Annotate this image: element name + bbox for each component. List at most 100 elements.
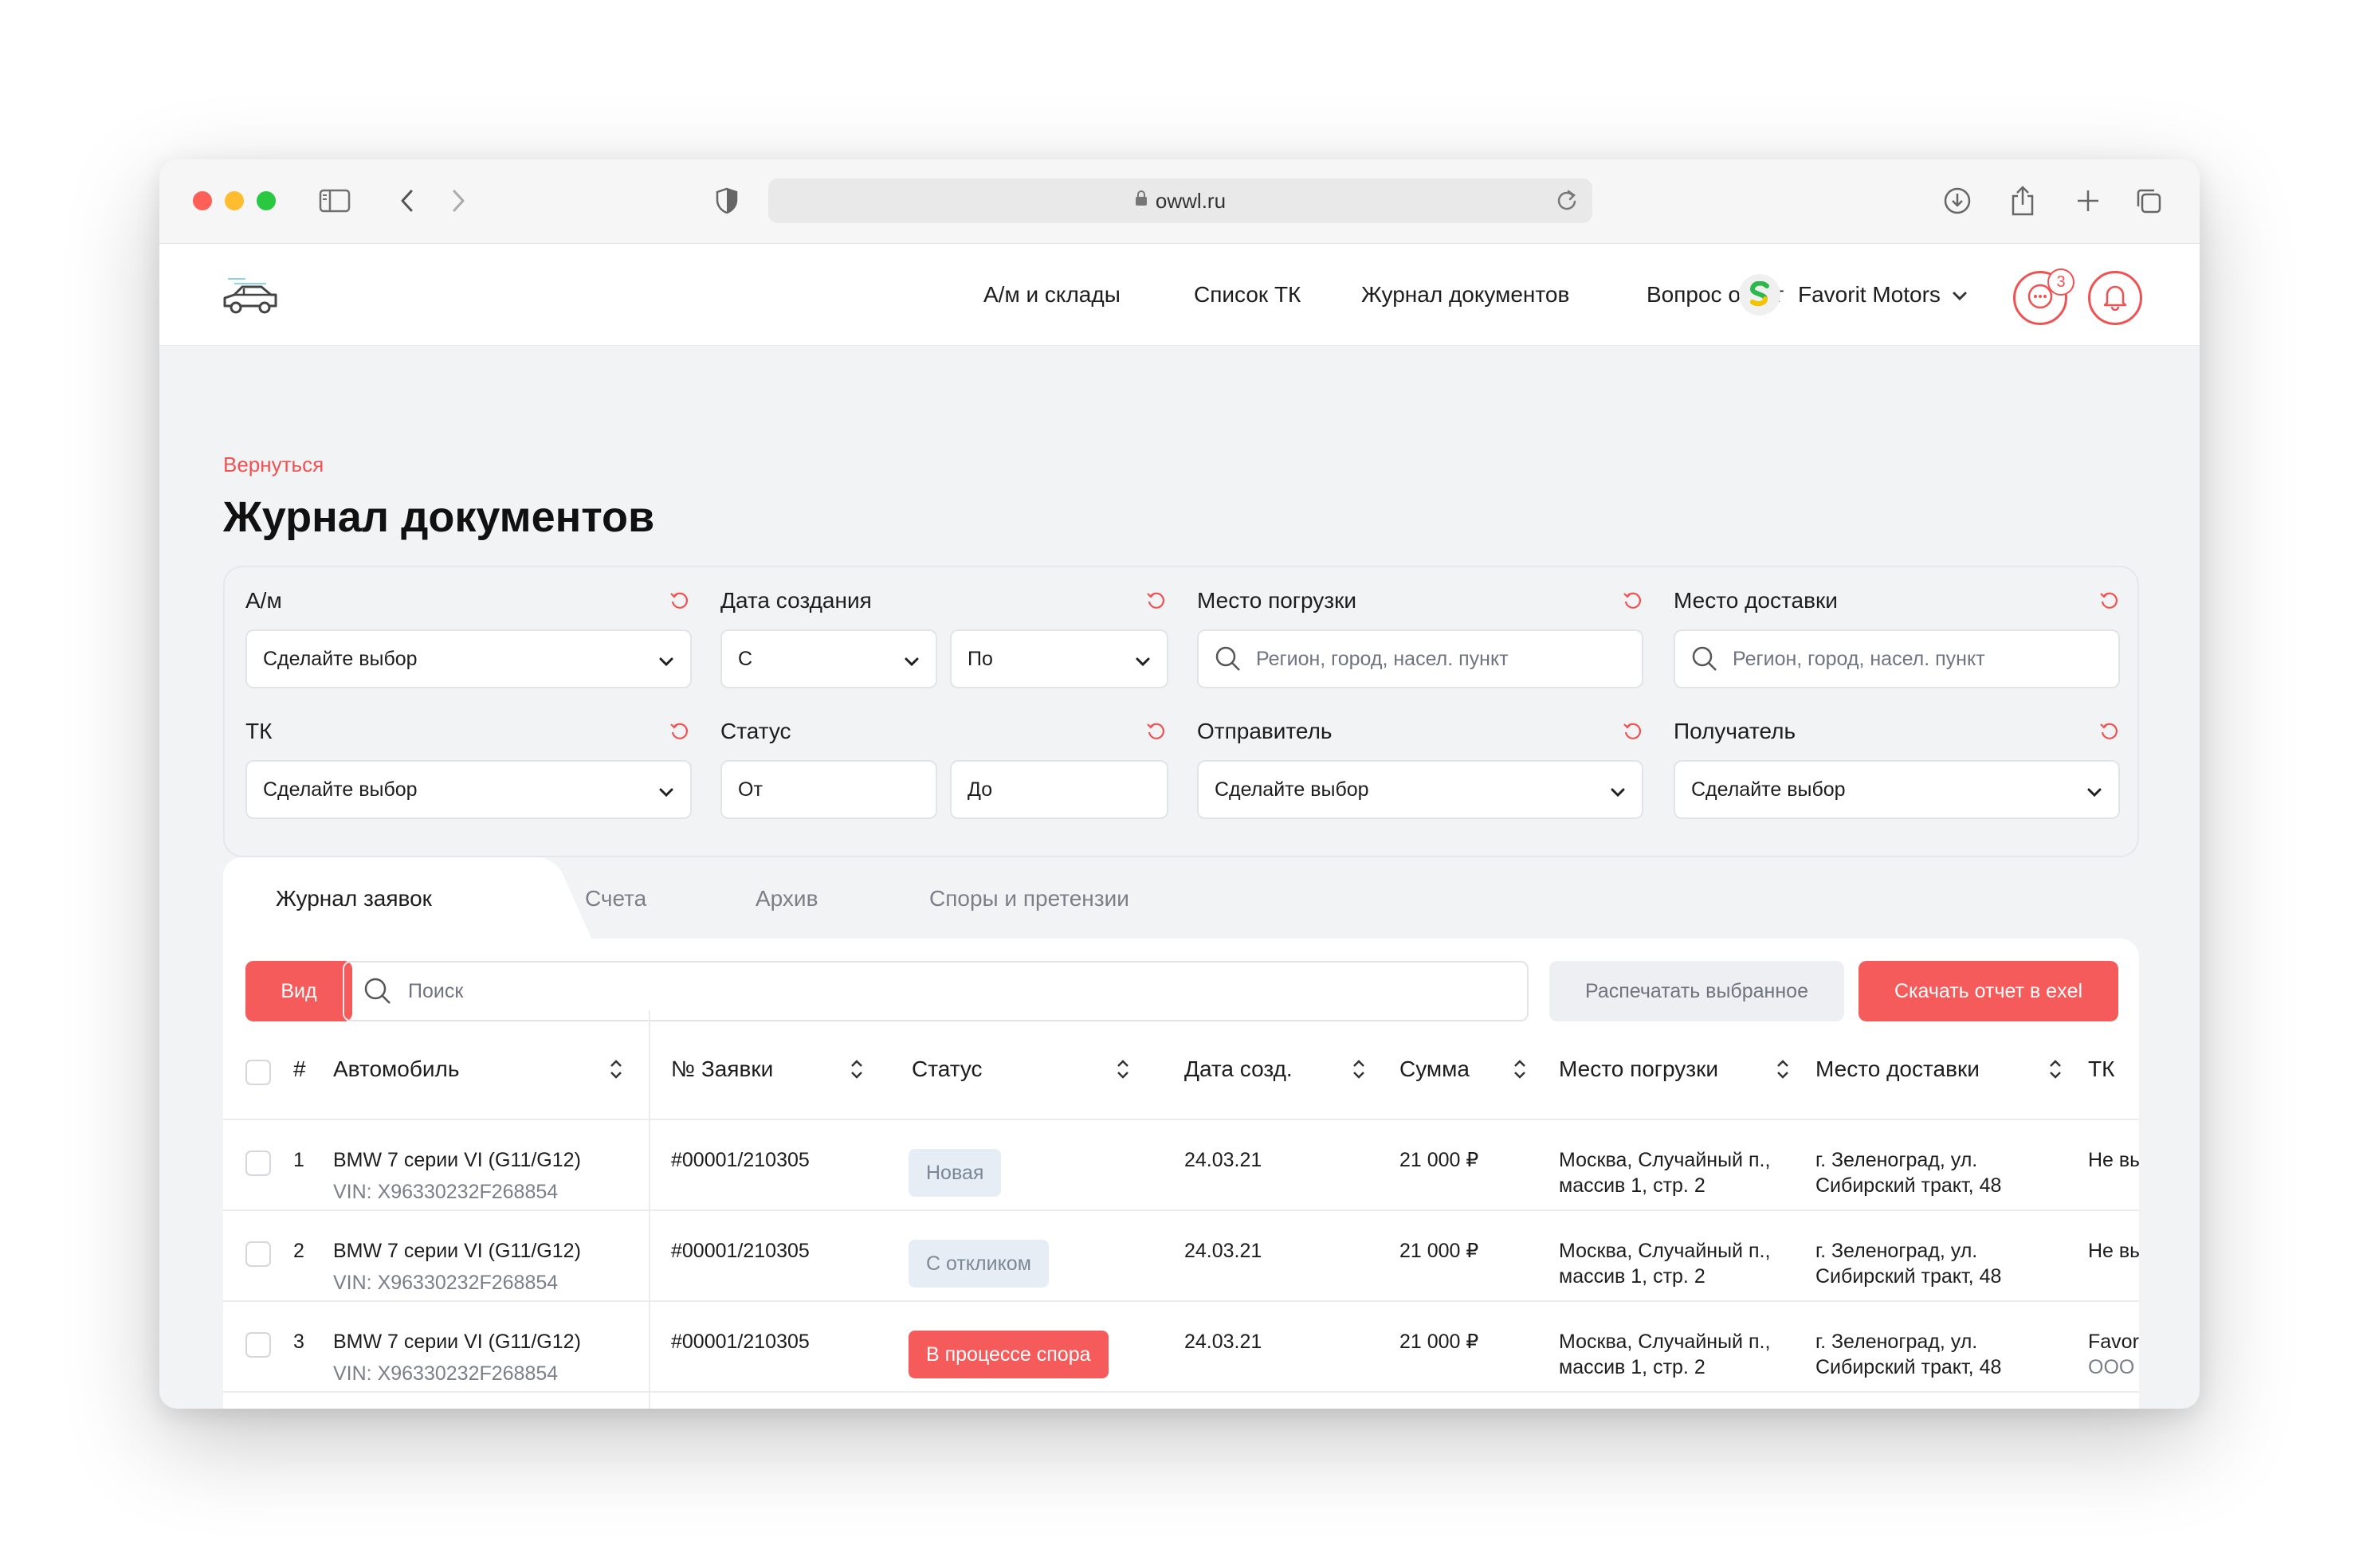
row-delivery-line1: г. Зеленоград, ул. — [1815, 1331, 1978, 1353]
share-icon[interactable] — [2007, 182, 2039, 220]
reset-icon[interactable] — [2099, 720, 2120, 745]
sidebar-toggle-icon[interactable] — [316, 182, 354, 220]
reset-icon[interactable] — [669, 720, 690, 745]
filter-loading-input[interactable]: Регион, город, насел. пункт — [1197, 629, 1643, 688]
row-date: 24.03.21 — [1184, 1240, 1262, 1262]
column-header-delivery[interactable]: Место доставки — [1815, 1056, 1980, 1082]
row-sum: 21 000 ₽ — [1399, 1331, 1479, 1353]
status-badge: С откликом — [909, 1240, 1049, 1288]
select-value: Сделайте выбор — [1215, 778, 1369, 801]
row-delivery-line2: Сибирский тракт, 48 — [1815, 1174, 2002, 1197]
filter-tk-select[interactable]: Сделайте выбор — [245, 760, 692, 819]
row-tk-line1: Favori — [2088, 1331, 2139, 1353]
sort-icon[interactable] — [1776, 1058, 1790, 1084]
row-number: 1 — [293, 1149, 304, 1171]
filter-status-from-input[interactable]: От — [720, 760, 937, 819]
chevron-down-icon — [658, 781, 674, 804]
reset-icon[interactable] — [1623, 590, 1643, 614]
column-header-tk[interactable]: ТК — [2088, 1056, 2114, 1082]
column-header-loading[interactable]: Место погрузки — [1559, 1056, 1718, 1082]
filter-date-to-select[interactable]: По — [950, 629, 1168, 688]
tab-archive[interactable]: Архив — [756, 886, 818, 911]
reset-icon[interactable] — [2099, 590, 2120, 614]
filter-loading-label: Место погрузки — [1197, 588, 1357, 613]
privacy-shield-icon[interactable] — [711, 182, 743, 220]
row-car-model[interactable]: BMW 7 серии VI (G11/G12) — [333, 1329, 581, 1354]
column-header-car[interactable]: Автомобиль — [333, 1056, 459, 1082]
reload-icon[interactable] — [1556, 188, 1578, 218]
row-order-number[interactable]: #00001/210305 — [671, 1147, 810, 1173]
row-loading-line1: Москва, Случайный п., — [1559, 1240, 1771, 1262]
row-checkbox[interactable] — [245, 1332, 271, 1358]
filter-delivery-input[interactable]: Регион, город, насел. пункт — [1674, 629, 2120, 688]
reset-icon[interactable] — [1146, 590, 1167, 614]
row-loading-line2: массив 1, стр. 2 — [1559, 1356, 1705, 1378]
row-number: 3 — [293, 1331, 304, 1353]
nav-document-journal[interactable]: Журнал документов — [1361, 282, 1569, 308]
nav-vehicles-warehouses[interactable]: А/м и склады — [983, 282, 1121, 308]
back-icon[interactable] — [395, 182, 419, 220]
sort-icon[interactable] — [1513, 1058, 1527, 1084]
input-value: До — [968, 778, 993, 801]
filter-am-select[interactable]: Сделайте выбор — [245, 629, 692, 688]
select-all-checkbox[interactable] — [245, 1060, 271, 1085]
row-checkbox[interactable] — [245, 1241, 271, 1267]
close-window-button[interactable] — [193, 191, 212, 210]
column-header-status[interactable]: Статус — [912, 1056, 983, 1082]
back-link[interactable]: Вернуться — [223, 453, 324, 477]
sort-icon[interactable] — [2048, 1058, 2063, 1084]
tab-requests[interactable]: Журнал заявок — [276, 886, 432, 911]
reset-icon[interactable] — [1146, 720, 1167, 745]
row-date: 24.03.21 — [1184, 1149, 1262, 1171]
tab-overview-icon[interactable] — [2133, 182, 2165, 220]
chevron-down-icon — [2086, 781, 2102, 804]
search-placeholder: Поиск — [408, 979, 464, 1002]
filter-sender-select[interactable]: Сделайте выбор — [1197, 760, 1643, 819]
messages-button[interactable]: 3 — [2013, 269, 2074, 325]
chevron-down-icon — [1135, 650, 1151, 673]
row-order-number[interactable]: #00001/210305 — [671, 1238, 810, 1264]
chevron-down-icon — [1610, 781, 1626, 804]
forward-icon[interactable] — [446, 182, 470, 220]
column-header-order[interactable]: № Заявки — [671, 1056, 773, 1082]
tab-disputes[interactable]: Споры и претензии — [929, 886, 1129, 911]
company-selector[interactable]: Favorit Motors — [1739, 274, 1968, 316]
notifications-button[interactable] — [2088, 271, 2142, 325]
row-order-number[interactable]: #00001/210305 — [671, 1329, 810, 1354]
tab-invoices[interactable]: Счета — [585, 886, 646, 911]
nav-tk-list[interactable]: Список ТК — [1194, 282, 1301, 308]
maximize-window-button[interactable] — [257, 191, 276, 210]
input-placeholder: Регион, город, насел. пункт — [1256, 647, 1509, 670]
row-checkbox[interactable] — [245, 1151, 271, 1176]
filter-date-from-select[interactable]: С — [720, 629, 937, 688]
reset-icon[interactable] — [669, 590, 690, 614]
app-logo-car-icon[interactable] — [218, 271, 282, 319]
status-badge: Новая — [909, 1149, 1002, 1197]
reset-icon[interactable] — [1623, 720, 1643, 745]
download-icon[interactable] — [1941, 182, 1973, 220]
row-car-model[interactable]: BMW 7 серии VI (G11/G12) — [333, 1147, 581, 1173]
sort-icon[interactable] — [850, 1058, 864, 1084]
filter-tk-label: ТК — [245, 719, 273, 743]
sort-icon[interactable] — [609, 1058, 623, 1084]
column-header-date[interactable]: Дата созд. — [1184, 1056, 1293, 1082]
download-report-button[interactable]: Скачать отчет в exel — [1859, 961, 2118, 1021]
row-car-model[interactable]: BMW 7 серии VI (G11/G12) — [333, 1238, 581, 1264]
row-date: 24.03.21 — [1184, 1331, 1262, 1353]
new-tab-icon[interactable] — [2072, 182, 2104, 220]
search-input[interactable]: Поиск — [343, 961, 1529, 1021]
page-title: Журнал документов — [223, 493, 655, 541]
sort-icon[interactable] — [1352, 1058, 1366, 1084]
minimize-window-button[interactable] — [225, 191, 244, 210]
sort-icon[interactable] — [1116, 1058, 1130, 1084]
filter-recipient-label: Получатель — [1674, 719, 1796, 743]
input-value: От — [738, 778, 763, 801]
filter-recipient-select[interactable]: Сделайте выбор — [1674, 760, 2120, 819]
chevron-down-icon — [904, 650, 920, 673]
view-button[interactable]: Вид — [245, 961, 352, 1021]
address-bar[interactable]: owwl.ru — [768, 178, 1592, 223]
print-selected-button[interactable]: Распечатать выбранное — [1549, 961, 1844, 1021]
filter-sender-label: Отправитель — [1197, 719, 1333, 743]
column-header-sum[interactable]: Сумма — [1399, 1056, 1470, 1082]
filter-status-to-input[interactable]: До — [950, 760, 1168, 819]
